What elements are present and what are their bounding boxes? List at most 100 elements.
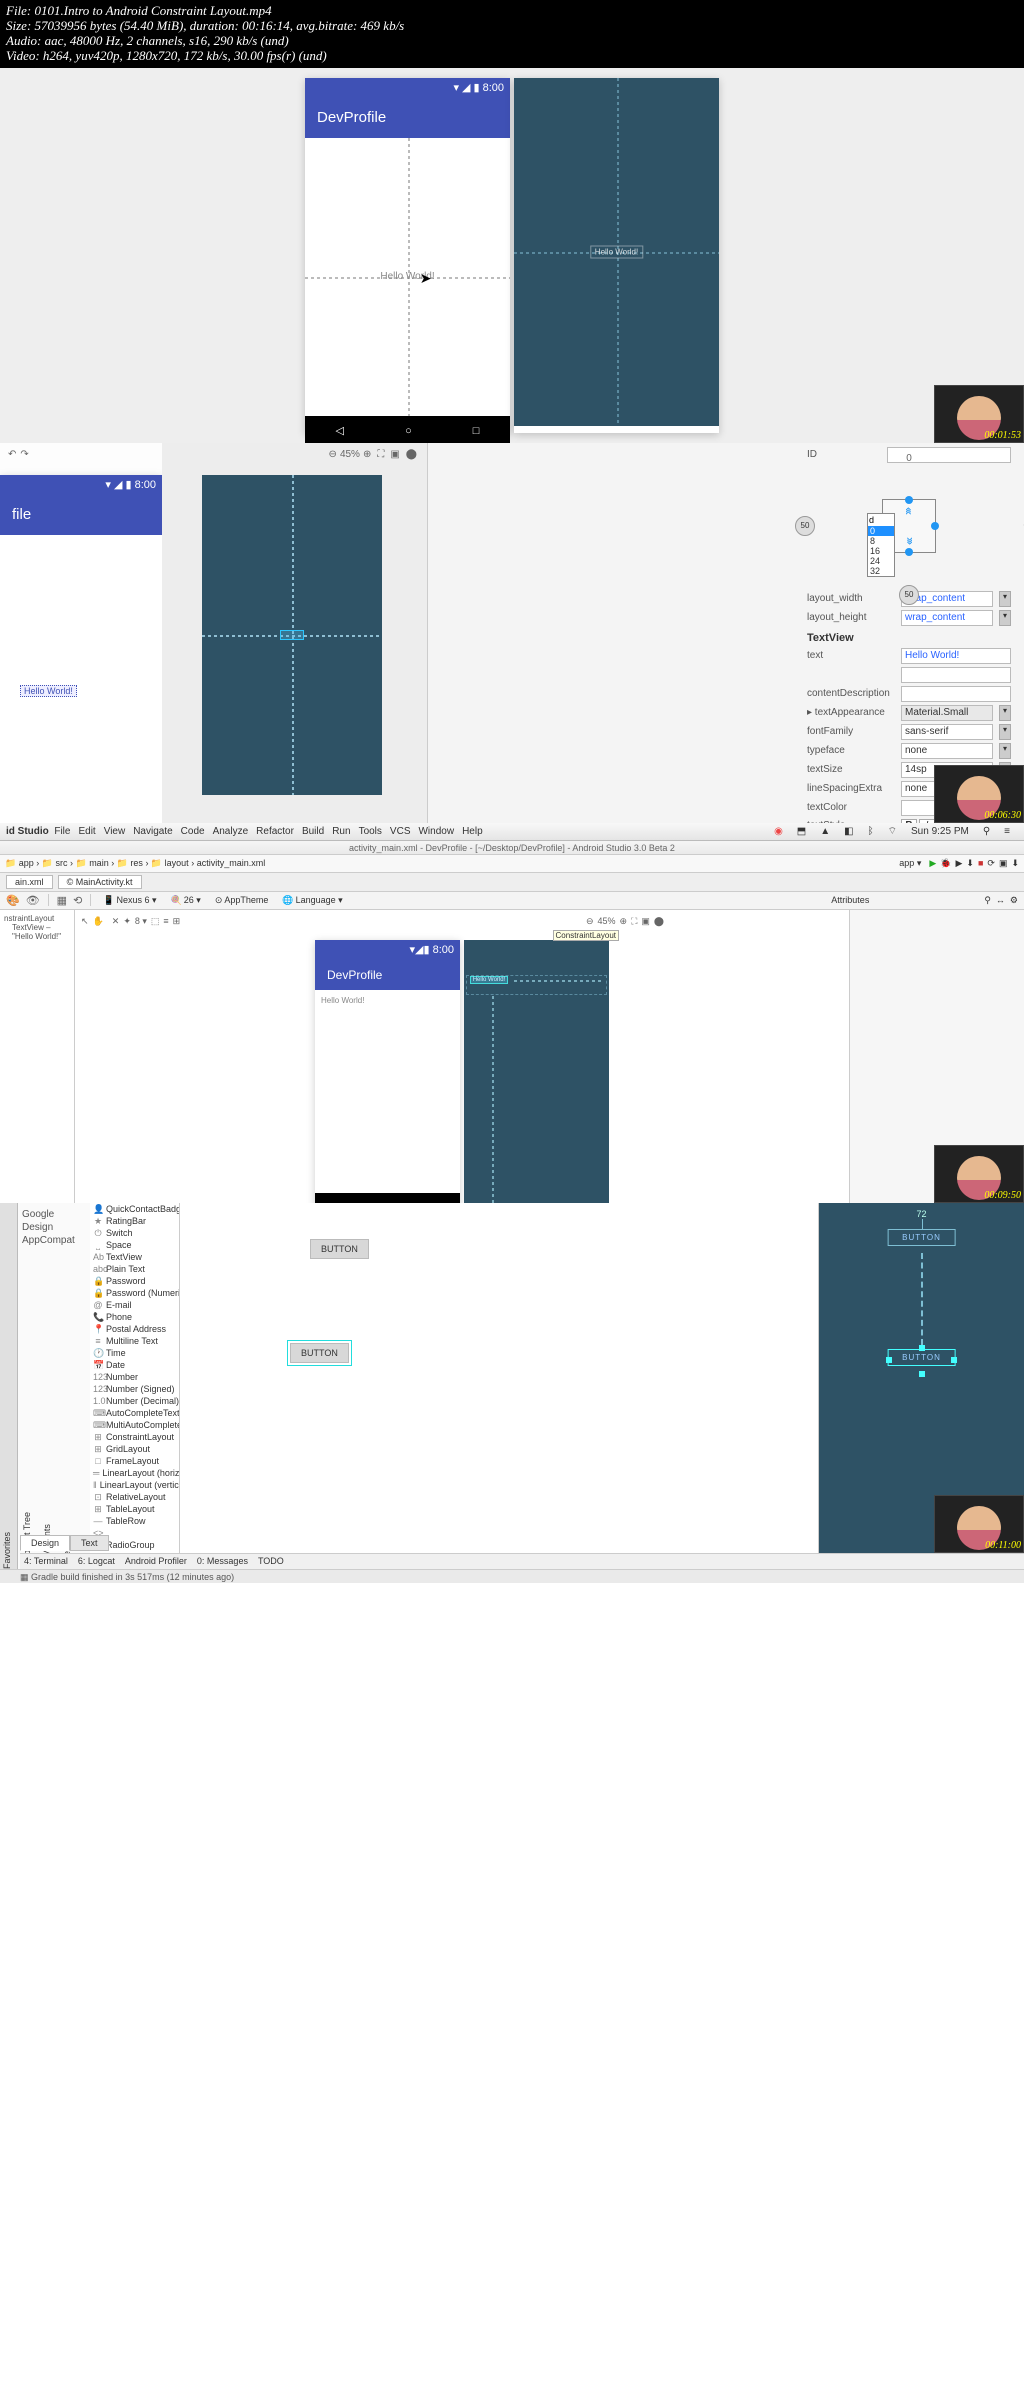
tray-icon[interactable]: ⬒ <box>797 826 806 837</box>
expand-icon[interactable]: ↔ <box>996 895 1005 906</box>
blueprint-canvas[interactable] <box>202 475 382 795</box>
layers-icon[interactable]: ▣ <box>390 449 399 460</box>
margin-top[interactable]: 0 <box>906 453 912 464</box>
margin-option[interactable]: 32 <box>868 566 894 576</box>
tool-messages[interactable]: 0: Messages <box>197 1556 248 1566</box>
palette-item[interactable]: ⎵Space <box>90 1239 179 1251</box>
blueprint-preview[interactable]: Hello World! <box>514 78 719 433</box>
design-blueprint-icon[interactable]: ▦ <box>57 894 67 907</box>
language-dropdown[interactable]: 🌐 Language ▾ <box>278 894 346 907</box>
sync-icon[interactable]: ⟳ <box>987 858 995 869</box>
palette-item[interactable]: ⌨AutoCompleteTextView <box>90 1407 179 1419</box>
guideline-icon[interactable]: ⊞ <box>173 916 181 927</box>
side-tab-build-variants[interactable]: Build Variants <box>42 1207 52 1579</box>
blueprint-canvas[interactable]: Hello World! <box>514 78 719 426</box>
sdk-icon[interactable]: ⬇ <box>1011 858 1019 869</box>
debug-icon[interactable]: 🐞 <box>940 858 951 869</box>
zoom-in-icon[interactable]: ⊕ <box>363 449 371 460</box>
zoom-out-icon[interactable]: ⊖ <box>329 449 337 460</box>
palette-item[interactable]: AbTextView <box>90 1251 179 1263</box>
component-tree[interactable]: nstraintLayout TextView – "Hello World!" <box>0 910 75 1205</box>
tray-icon[interactable]: ◉ <box>774 826 783 837</box>
menu-vcs[interactable]: VCS <box>390 826 411 837</box>
palette-item[interactable]: 📞Phone <box>90 1311 179 1323</box>
menu-build[interactable]: Build <box>302 826 324 837</box>
textview-selected[interactable]: Hello World! <box>20 685 77 697</box>
orientation-icon[interactable]: ⟲ <box>73 894 82 907</box>
palette-item[interactable]: @E-mail <box>90 1299 179 1311</box>
palette-item[interactable]: 🕐Time <box>90 1347 179 1359</box>
palette-item[interactable]: abcPlain Text <box>90 1263 179 1275</box>
textview-blueprint[interactable]: Hello World! <box>590 245 643 258</box>
wifi-icon[interactable]: ⌔ <box>888 825 897 838</box>
palette-item[interactable]: ═LinearLayout (horizontal) <box>90 1467 179 1479</box>
menu-file[interactable]: File <box>54 826 70 837</box>
align-icon[interactable]: ≡ <box>163 916 168 926</box>
font-family-field[interactable]: sans-serif <box>901 724 993 740</box>
device-dropdown[interactable]: 📱 Nexus 6 ▾ <box>99 894 160 907</box>
content-desc-field[interactable] <box>901 686 1011 702</box>
fit-icon[interactable]: ⛶ <box>631 916 637 927</box>
design-preview[interactable]: ▾◢▮ 8:00 DevProfile Hello World! ◁○□ <box>315 940 460 1225</box>
textview-blueprint[interactable]: Hello World! <box>470 976 508 984</box>
design-canvas[interactable]: BUTTON BUTTON ◁ ○ □ <box>180 1203 819 1583</box>
palette-item[interactable]: ‖LinearLayout (vertical) <box>90 1479 179 1491</box>
tool-todo[interactable]: TODO <box>258 1556 284 1566</box>
tab-text[interactable]: Text <box>70 1535 109 1551</box>
editor-tab[interactable]: ain.xml <box>6 875 53 889</box>
bias-vertical[interactable]: 50 <box>899 585 919 605</box>
tray-icon[interactable]: ▲ <box>820 826 830 837</box>
textview-blueprint-selected[interactable] <box>280 630 304 640</box>
palette-item[interactable]: 🔒Password <box>90 1275 179 1287</box>
palette-item[interactable]: ⊞TableLayout <box>90 1503 179 1515</box>
pan-icon[interactable]: ✋ <box>93 916 104 927</box>
text-appearance-field[interactable]: Material.Small <box>901 705 993 721</box>
handle-top[interactable] <box>919 1345 925 1351</box>
blueprint-preview[interactable]: Hello World! <box>464 940 609 1225</box>
search-icon[interactable]: ⚲ <box>984 895 991 906</box>
tree-node[interactable]: TextView – "Hello World!" <box>4 923 70 941</box>
anchor-top[interactable] <box>905 496 913 504</box>
palette-list[interactable]: 👤QuickContactBadge★RatingBar⏻Switch⎵Spac… <box>90 1203 180 1583</box>
redo-icon[interactable]: ↷ <box>20 449 28 460</box>
palette-item[interactable]: ≡Multiline Text <box>90 1335 179 1347</box>
tool-profiler[interactable]: Android Profiler <box>125 1556 187 1566</box>
tool-logcat[interactable]: 6: Logcat <box>78 1556 115 1566</box>
theme-dropdown[interactable]: ⊙ AppTheme <box>211 894 273 907</box>
margin-input[interactable] <box>868 514 894 526</box>
handle-bottom[interactable] <box>919 1371 925 1377</box>
layers-icon[interactable]: ▣ <box>641 916 650 927</box>
avd-icon[interactable]: ▣ <box>999 858 1008 869</box>
menu-view[interactable]: View <box>104 826 126 837</box>
palette-item[interactable]: □FrameLayout <box>90 1455 179 1467</box>
handle-left[interactable] <box>886 1357 892 1363</box>
layout-height-field[interactable]: wrap_content <box>901 610 993 626</box>
typeface-field[interactable]: none <box>901 743 993 759</box>
text-alt-field[interactable] <box>901 667 1011 683</box>
button-blueprint-2[interactable]: BUTTON <box>887 1349 956 1366</box>
palette-item[interactable]: 123Number (Signed) <box>90 1383 179 1395</box>
attach-icon[interactable]: ⬇ <box>966 858 974 869</box>
palette-item[interactable]: 123Number <box>90 1371 179 1383</box>
menu-edit[interactable]: Edit <box>78 826 95 837</box>
palette-item[interactable]: 👤QuickContactBadge <box>90 1203 179 1215</box>
run-icon[interactable]: ▶ <box>929 858 936 869</box>
dropdown-icon[interactable]: ▾ <box>999 591 1011 607</box>
stop-icon[interactable]: ■ <box>978 858 983 868</box>
button-widget-2[interactable]: BUTTON <box>290 1343 349 1363</box>
design-pane[interactable]: ↶ ↷ ▾ ◢ ▮ 8:00 file Hello World! <box>0 443 162 823</box>
run-config-dropdown[interactable]: app ▾ <box>895 857 925 870</box>
autoconnect-icon[interactable]: ✕ <box>112 916 120 927</box>
tray-icon[interactable]: ◧ <box>844 826 853 837</box>
palette-item[interactable]: 📍Postal Address <box>90 1323 179 1335</box>
warnings-icon[interactable]: ⬤ <box>654 916 664 927</box>
margin-option[interactable]: 16 <box>868 546 894 556</box>
design-canvas[interactable]: ↖ ✋ ✕ ✦ 8 ▾ ⬚ ≡ ⊞ ⊖45%⊕ ⛶ ▣ ⬤ ▾◢▮ 8:00 D… <box>75 910 849 1205</box>
palette-icon[interactable]: 🎨 <box>6 894 20 907</box>
zoom-out-icon[interactable]: ⊖ <box>586 916 594 927</box>
margin-option[interactable]: 24 <box>868 556 894 566</box>
tool-terminal[interactable]: 4: Terminal <box>24 1556 68 1566</box>
pack-icon[interactable]: ⬚ <box>151 916 160 927</box>
palette-item[interactable]: 📅Date <box>90 1359 179 1371</box>
textview-hello[interactable]: Hello World! <box>321 996 364 1005</box>
